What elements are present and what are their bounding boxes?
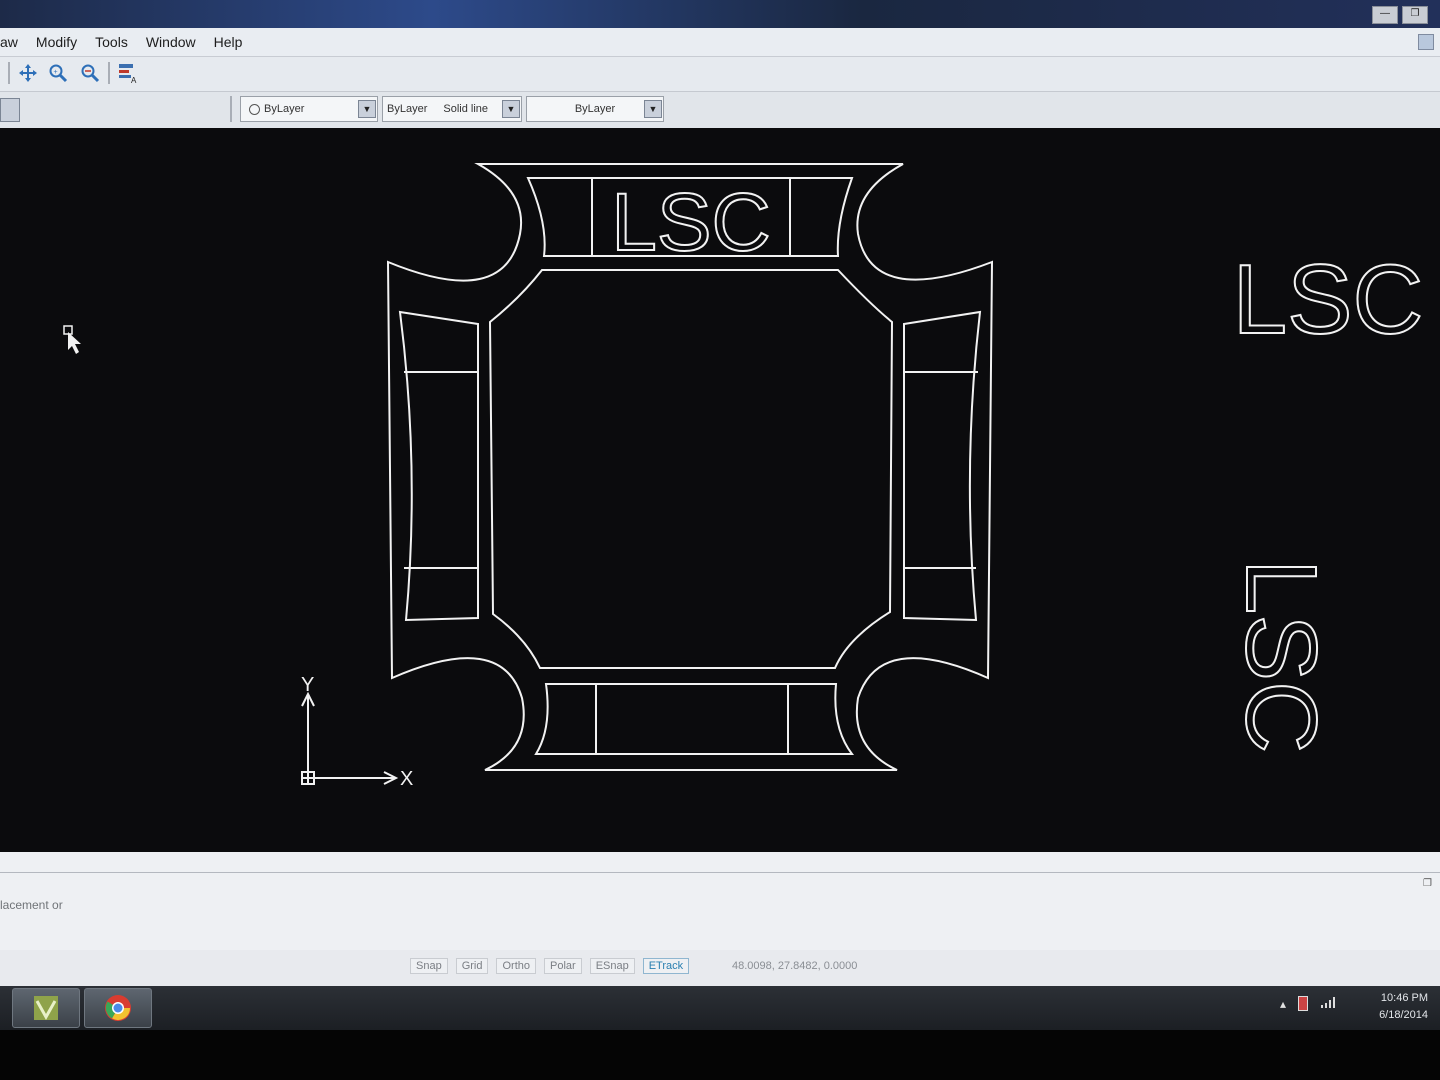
- vertical-text-lsc: LSC: [1225, 559, 1337, 754]
- window-controls: — ❐: [1372, 6, 1428, 24]
- document-restore-button[interactable]: [1418, 34, 1434, 50]
- svg-text:+: +: [54, 69, 58, 76]
- drawing-svg: LSC LSC LSC Y X: [63, 163, 1424, 790]
- signal-icon[interactable]: [1320, 996, 1336, 1011]
- lineweight-combo-value: ByLayer: [574, 103, 616, 115]
- toolbar-separator: [108, 62, 110, 84]
- minimize-button[interactable]: —: [1372, 6, 1398, 24]
- cad-app-icon: [34, 996, 58, 1021]
- command-window: [0, 852, 1440, 950]
- left-slot: [398, 310, 479, 622]
- mouse-cursor-icon: [63, 325, 81, 354]
- menu-draw[interactable]: aw: [0, 34, 27, 50]
- command-line-text[interactable]: lacement or: [0, 898, 63, 912]
- snap-toggle[interactable]: Snap: [410, 958, 448, 974]
- coordinate-readout: 48.0098, 27.8482, 0.0000: [732, 960, 858, 972]
- taskbar: [0, 986, 1440, 1030]
- ortho-toggle[interactable]: Ortho: [496, 958, 536, 974]
- clock-date: 6/18/2014: [1379, 1009, 1428, 1021]
- ucs-icon: [301, 691, 399, 785]
- chrome-icon: [105, 995, 131, 1021]
- cad-app-taskbar-button[interactable]: [12, 988, 80, 1028]
- monitor-bezel: [0, 1030, 1440, 1080]
- menu-bar: aw Modify Tools Window Help: [0, 28, 1440, 57]
- lineweight-combo[interactable]: ByLayer ▼: [526, 96, 664, 122]
- linetype-name: Solid line: [443, 103, 488, 115]
- menu-modify[interactable]: Modify: [27, 34, 86, 50]
- ucs-y-label: Y: [301, 674, 314, 696]
- color-combo-value: ByLayer: [264, 103, 305, 115]
- menu-tools[interactable]: Tools: [86, 34, 137, 50]
- zoom-realtime-icon[interactable]: +: [46, 62, 70, 84]
- clock-time: 10:46 PM: [1380, 992, 1428, 1004]
- color-combo[interactable]: ByLayer ▼: [240, 96, 378, 122]
- show-hidden-icons-icon[interactable]: ▴: [1280, 997, 1286, 1011]
- drawing-canvas[interactable]: LSC LSC LSC Y X: [0, 128, 1440, 852]
- esnap-toggle[interactable]: ESnap: [589, 958, 635, 974]
- command-separator: [0, 872, 1440, 873]
- menu-help[interactable]: Help: [205, 34, 252, 50]
- bottom-slot: [534, 683, 855, 755]
- propbar-separator: [230, 96, 232, 122]
- status-bar: [0, 950, 1440, 986]
- layer-dropdown-button[interactable]: [0, 98, 20, 122]
- linetype-combo[interactable]: ByLayer Solid line ▼: [382, 96, 522, 122]
- svg-text:A: A: [131, 76, 137, 84]
- system-clock[interactable]: 10:46 PM 6/18/2014: [1379, 990, 1428, 1024]
- etrack-toggle[interactable]: ETrack: [642, 958, 690, 974]
- right-slot: [903, 310, 982, 622]
- zoom-previous-icon[interactable]: [78, 62, 102, 84]
- standard-toolbar: [0, 57, 1440, 92]
- chevron-down-icon[interactable]: ▼: [644, 100, 662, 118]
- toolbar-grip: [8, 62, 10, 84]
- pan-icon[interactable]: [16, 62, 40, 84]
- linetype-combo-value: ByLayer: [387, 103, 428, 115]
- chrome-taskbar-button[interactable]: [84, 988, 152, 1028]
- polar-toggle[interactable]: Polar: [544, 958, 582, 974]
- desktop-top-strip: [0, 0, 1440, 28]
- frame-text-lsc: LSC: [611, 177, 771, 268]
- side-text-lsc: LSC: [1233, 244, 1424, 354]
- properties-bar: [0, 92, 1440, 129]
- power-icon[interactable]: [1298, 996, 1309, 1011]
- chevron-down-icon[interactable]: ▼: [358, 100, 376, 118]
- command-restore-icon[interactable]: ❐: [1423, 878, 1432, 889]
- menu-window[interactable]: Window: [137, 34, 205, 50]
- restore-button[interactable]: ❐: [1402, 6, 1428, 24]
- status-toggles: Snap Grid Ortho Polar ESnap ETrack: [410, 958, 690, 974]
- chevron-down-icon[interactable]: ▼: [502, 100, 520, 118]
- properties-icon[interactable]: A: [116, 62, 140, 84]
- ucs-x-label: X: [400, 768, 413, 790]
- grid-toggle[interactable]: Grid: [455, 958, 489, 974]
- color-swatch-icon: [249, 103, 260, 115]
- tray-icons: ▴: [1280, 996, 1336, 1011]
- inner-opening: [488, 269, 894, 669]
